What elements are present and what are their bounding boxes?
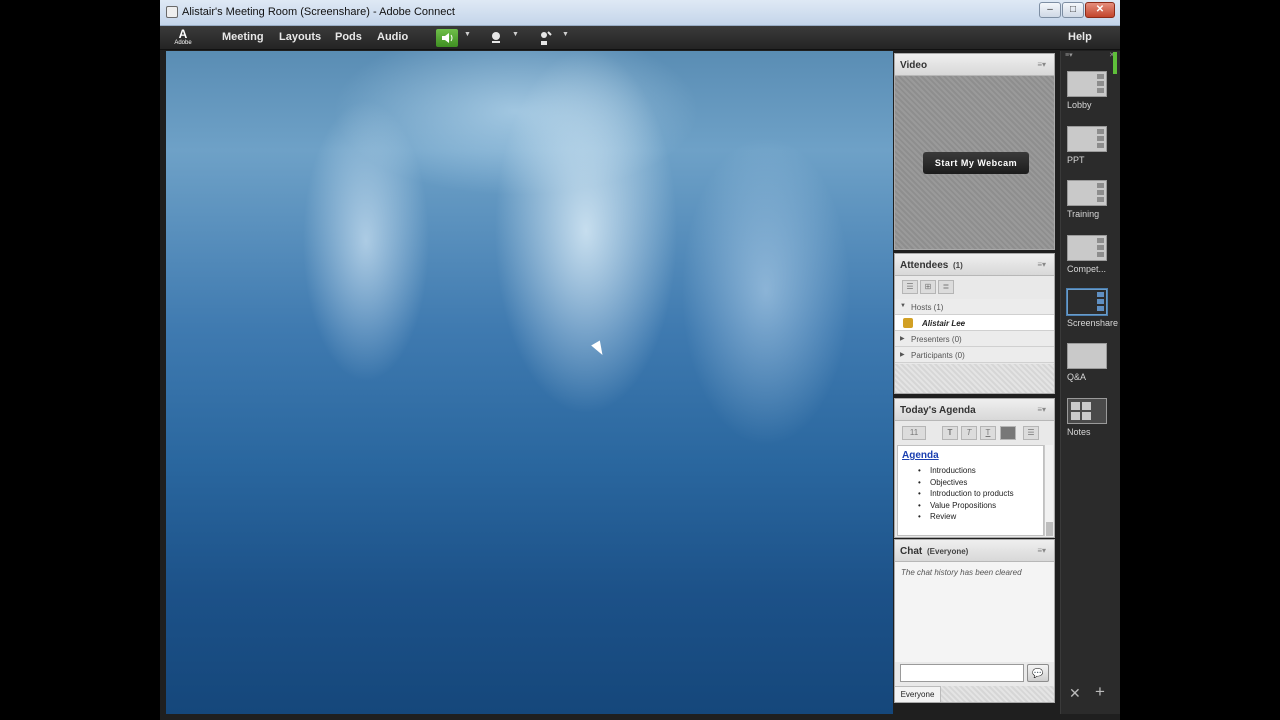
agenda-item: Introduction to products xyxy=(918,488,1014,500)
agenda-pod-header: Today's Agenda ≡▾ xyxy=(895,399,1054,421)
collapsed-triangle-icon: ▶ xyxy=(900,336,905,342)
list-view-icon[interactable]: ☰ xyxy=(902,280,918,294)
manage-layouts-icon[interactable]: ✕ xyxy=(1069,685,1081,702)
underline-icon[interactable]: T xyxy=(980,426,996,440)
adobe-logo: A Adobe xyxy=(174,27,192,46)
agenda-item: Value Propositions xyxy=(918,500,1014,512)
expand-triangle-icon: ▼ xyxy=(900,303,906,309)
raise-hand-icon[interactable] xyxy=(538,29,554,47)
attendee-row[interactable]: Alistair Lee xyxy=(895,315,1054,331)
bold-icon[interactable]: T xyxy=(942,426,958,440)
mouse-cursor-icon xyxy=(591,340,607,358)
webcam-dropdown-caret-icon[interactable]: ▼ xyxy=(512,31,519,38)
agenda-heading[interactable]: Agenda xyxy=(902,450,939,461)
attendees-pod-title: Attendees xyxy=(900,260,949,271)
title-bar[interactable]: Alistair's Meeting Room (Screenshare) - … xyxy=(160,0,1120,26)
host-badge-icon xyxy=(903,318,913,328)
agenda-item: Introductions xyxy=(918,465,1014,477)
menu-bar: A Adobe Meeting Layouts Pods Audio ▼ ▼ ▼ … xyxy=(160,26,1120,50)
layout-thumbnail xyxy=(1067,71,1107,97)
group-participants[interactable]: ▶ Participants (0) xyxy=(895,347,1054,363)
layout-thumbnail xyxy=(1067,126,1107,152)
attendee-count: (1) xyxy=(953,261,963,270)
rail-menu-icon[interactable]: ≡▾ xyxy=(1065,51,1073,59)
attendees-toolbar: ☰ ⊞ ≣ xyxy=(895,276,1054,298)
audio-dropdown-caret-icon[interactable]: ▼ xyxy=(464,31,471,38)
attendees-empty-area xyxy=(895,364,1054,393)
chat-message: The chat history has been cleared xyxy=(901,568,1022,577)
layout-thumbnail xyxy=(1067,180,1107,206)
layout-notes[interactable]: Notes xyxy=(1067,398,1117,437)
agenda-pod-title: Today's Agenda xyxy=(900,405,976,416)
italic-icon[interactable]: T xyxy=(961,426,977,440)
chat-pod: Chat (Everyone) ≡▾ The chat history has … xyxy=(894,539,1055,703)
layout-thumbnail xyxy=(1067,235,1107,261)
menu-pods[interactable]: Pods xyxy=(335,31,362,43)
minimize-button[interactable]: – xyxy=(1039,2,1061,18)
video-area: Start My Webcam xyxy=(895,76,1054,249)
chat-input[interactable] xyxy=(900,664,1024,682)
agenda-list: Introductions Objectives Introduction to… xyxy=(918,465,1014,523)
agenda-content[interactable]: Agenda Introductions Objectives Introduc… xyxy=(897,445,1044,536)
speaker-icon[interactable] xyxy=(436,29,458,47)
video-pod: Video ≡▾ Start My Webcam xyxy=(894,53,1055,250)
notes-toolbar: 11 T T T ☰ xyxy=(895,422,1054,444)
agenda-pod: Today's Agenda ≡▾ 11 T T T ☰ Agenda Intr… xyxy=(894,398,1055,538)
maximize-button[interactable]: □ xyxy=(1062,2,1084,18)
group-hosts[interactable]: ▼ Hosts (1) xyxy=(895,299,1054,315)
layout-qa[interactable]: Q&A xyxy=(1067,343,1117,382)
bullet-list-icon[interactable]: ☰ xyxy=(1023,426,1039,440)
pod-menu-icon[interactable]: ≡▾ xyxy=(1037,405,1046,414)
collapsed-triangle-icon: ▶ xyxy=(900,352,905,358)
pod-menu-icon[interactable]: ≡▾ xyxy=(1037,60,1046,69)
text-color-icon[interactable] xyxy=(1000,426,1016,440)
attendees-pod-header: Attendees (1) ≡▾ xyxy=(895,254,1054,276)
layout-thumbnail xyxy=(1067,343,1107,369)
attendee-name: Alistair Lee xyxy=(922,319,966,328)
status-dropdown-caret-icon[interactable]: ▼ xyxy=(562,31,569,38)
add-layout-icon[interactable]: + xyxy=(1095,682,1105,702)
chat-tab-everyone[interactable]: Everyone xyxy=(895,686,941,702)
layouts-rail: ≡▾ ✕ Lobby PPT Training Compet... Screen… xyxy=(1060,51,1120,714)
agenda-item: Review xyxy=(918,511,1014,523)
layout-compet[interactable]: Compet... xyxy=(1067,235,1117,274)
chat-scope: (Everyone) xyxy=(927,547,969,556)
menu-layouts[interactable]: Layouts xyxy=(279,31,321,43)
menu-help[interactable]: Help xyxy=(1068,31,1092,43)
grid-view-icon[interactable]: ⊞ xyxy=(920,280,936,294)
app-window: Alistair's Meeting Room (Screenshare) - … xyxy=(160,0,1120,720)
chat-history: The chat history has been cleared xyxy=(895,562,1054,662)
chat-pod-title: Chat xyxy=(900,546,923,557)
menu-audio[interactable]: Audio xyxy=(377,31,408,43)
font-size-select[interactable]: 11 xyxy=(902,426,926,440)
video-pod-title: Video xyxy=(900,60,928,71)
window-title: Alistair's Meeting Room (Screenshare) - … xyxy=(182,6,455,18)
scrollbar-thumb[interactable] xyxy=(1046,522,1053,536)
chat-pod-header: Chat (Everyone) ≡▾ xyxy=(895,540,1054,562)
layout-screenshare[interactable]: Screenshare xyxy=(1067,289,1118,328)
menu-meeting[interactable]: Meeting xyxy=(222,31,264,43)
layout-ppt[interactable]: PPT xyxy=(1067,126,1117,165)
close-button[interactable]: ✕ xyxy=(1085,2,1115,18)
layout-lobby[interactable]: Lobby xyxy=(1067,71,1117,110)
pod-menu-icon[interactable]: ≡▾ xyxy=(1037,546,1046,555)
screenshare-stage[interactable] xyxy=(166,51,893,714)
agenda-item: Objectives xyxy=(918,477,1014,489)
start-webcam-button[interactable]: Start My Webcam xyxy=(923,152,1029,174)
webcam-icon[interactable] xyxy=(488,29,504,47)
agenda-scrollbar[interactable] xyxy=(1044,445,1053,536)
app-icon xyxy=(166,6,178,18)
group-presenters[interactable]: ▶ Presenters (0) xyxy=(895,331,1054,347)
layout-thumbnail xyxy=(1067,289,1107,315)
send-message-icon[interactable]: 💬 xyxy=(1027,664,1049,682)
chat-tab-strip xyxy=(941,686,1054,702)
attendees-pod: Attendees (1) ≡▾ ☰ ⊞ ≣ ▼ Hosts (1) Alist… xyxy=(894,253,1055,394)
connection-status-indicator xyxy=(1113,52,1117,74)
layout-thumbnail xyxy=(1067,398,1107,424)
pod-menu-icon[interactable]: ≡▾ xyxy=(1037,260,1046,269)
layout-training[interactable]: Training xyxy=(1067,180,1117,219)
roles-view-icon[interactable]: ≣ xyxy=(938,280,954,294)
video-pod-header: Video ≡▾ xyxy=(895,54,1054,76)
